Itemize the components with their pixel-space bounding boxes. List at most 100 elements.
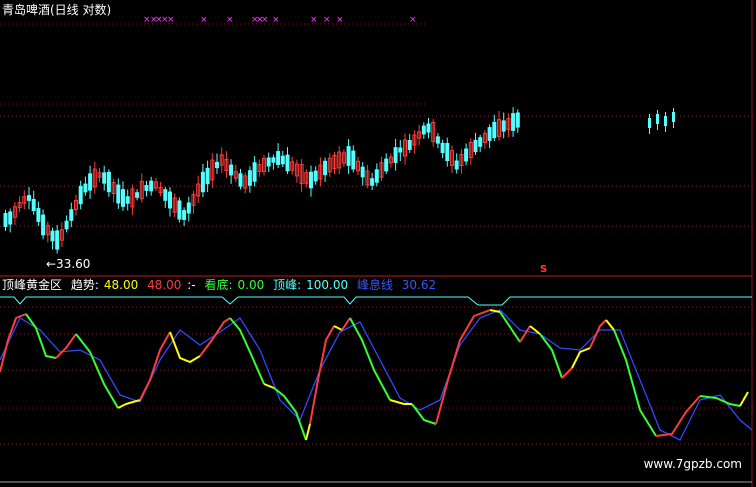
oscillator-segment	[571, 347, 591, 369]
candle-body	[266, 157, 271, 167]
peak-value: 100.00	[306, 278, 349, 292]
candle-body	[426, 123, 431, 133]
candle-body	[41, 214, 46, 236]
candle-body	[346, 146, 351, 166]
bottom-value: 0.00	[237, 278, 265, 292]
candle-body	[309, 171, 313, 189]
candle-body	[229, 164, 234, 176]
candle-body	[88, 173, 93, 191]
candle-body	[276, 151, 281, 165]
candle-body	[168, 191, 172, 209]
sell-signal-marker: S	[540, 264, 548, 275]
candle-body	[501, 120, 506, 132]
oscillator-segment	[199, 317, 231, 357]
candle-body	[106, 171, 111, 193]
candle-body	[648, 118, 651, 128]
peak-line-value: 30.62	[401, 278, 437, 292]
candle-body	[55, 230, 60, 250]
candle-body	[83, 183, 88, 193]
candle-body	[238, 173, 243, 187]
indicator-name: 顶峰黄金区	[2, 278, 63, 292]
low-price-label: ←33.60	[46, 257, 91, 271]
candle-body	[50, 230, 55, 242]
oscillator-segment	[613, 329, 657, 437]
trend-red-value: 48.00	[147, 278, 182, 292]
candle-body	[454, 160, 459, 170]
chart-title: 青岛啤酒(日线 对数)	[2, 3, 112, 17]
oscillator-segment	[605, 319, 615, 331]
price-chart[interactable]: × ×××× × × ××× × × × × ×	[0, 0, 756, 487]
candle-body	[511, 113, 516, 131]
candle-body	[78, 185, 83, 205]
candle-body	[664, 116, 667, 126]
peak-label: 顶峰:	[273, 278, 302, 292]
oscillator-segment	[333, 325, 343, 331]
oscillator-segment	[229, 317, 265, 385]
candle-body	[8, 211, 13, 225]
candle-body	[3, 213, 8, 227]
candle-body	[280, 155, 285, 165]
candle-body	[36, 208, 41, 222]
candle-body	[271, 157, 276, 163]
candle-body	[182, 210, 187, 220]
bottom-label: 看底:	[204, 278, 233, 292]
candle-body	[125, 196, 130, 204]
peak-line-label: 峰息线	[356, 278, 393, 292]
candle-body	[121, 189, 125, 207]
marker-x: ×	[323, 15, 331, 25]
candle-body	[247, 170, 252, 186]
marker-x: ×	[272, 15, 280, 25]
candle-body	[351, 150, 356, 170]
marker-x: ×	[409, 15, 417, 25]
oscillator-segment	[75, 333, 119, 409]
candle-body	[163, 189, 168, 201]
marker-x: ×	[261, 15, 269, 25]
candle-body	[492, 121, 497, 139]
candle-body	[186, 202, 191, 214]
candle-body	[27, 195, 31, 201]
candle-body	[360, 166, 365, 178]
candle-body	[435, 136, 440, 144]
indicator-top-band	[0, 296, 752, 306]
oscillator-segment	[169, 331, 201, 364]
oscillator-segment	[263, 383, 275, 389]
oscillator-segment	[309, 325, 335, 425]
candle-body	[31, 198, 36, 212]
candle-body	[323, 160, 328, 176]
oscillator-segment	[739, 391, 749, 407]
candle-body	[313, 170, 318, 182]
candle-body	[515, 112, 520, 128]
candle-body	[487, 127, 492, 141]
candle-body	[393, 147, 398, 163]
candle-body	[144, 185, 149, 191]
separator-label: :-	[187, 278, 196, 292]
chart-screen[interactable]: × × × × × × × × × × × × × × × 青岛啤酒(日线 对数) ←33.60 S 顶峰黄…	[0, 0, 756, 487]
oscillator-segment	[389, 399, 412, 405]
candle-body	[215, 161, 219, 169]
candle-body	[370, 178, 375, 186]
candle-body	[177, 200, 182, 220]
trend-label: 趋势:	[70, 278, 99, 292]
candle-body	[102, 172, 107, 184]
candle-body	[285, 154, 290, 172]
oscillator-segment	[0, 313, 27, 373]
candle-body	[149, 180, 154, 192]
oscillator-segment	[139, 331, 171, 401]
candle-body	[116, 184, 121, 204]
candle-body	[421, 125, 426, 135]
indicator-legend: 顶峰黄金区 趋势: 48.00 48.00 :- 看底: 0.00 顶峰: 100.0…	[2, 278, 441, 292]
oscillator-segment	[699, 395, 741, 407]
candle-body	[464, 148, 469, 162]
oscillator-segment	[117, 399, 141, 409]
candle-body	[656, 114, 659, 124]
candle-body	[374, 169, 379, 183]
marker-x: ×	[310, 15, 318, 25]
marker-x: ×	[200, 15, 208, 25]
candle-body	[64, 220, 69, 230]
oscillator-segment	[561, 367, 573, 379]
candle-body	[445, 142, 450, 162]
candle-body	[672, 112, 675, 122]
marker-x: ×	[226, 15, 234, 25]
candle-body	[440, 142, 445, 154]
marker-x: ×	[167, 15, 175, 25]
